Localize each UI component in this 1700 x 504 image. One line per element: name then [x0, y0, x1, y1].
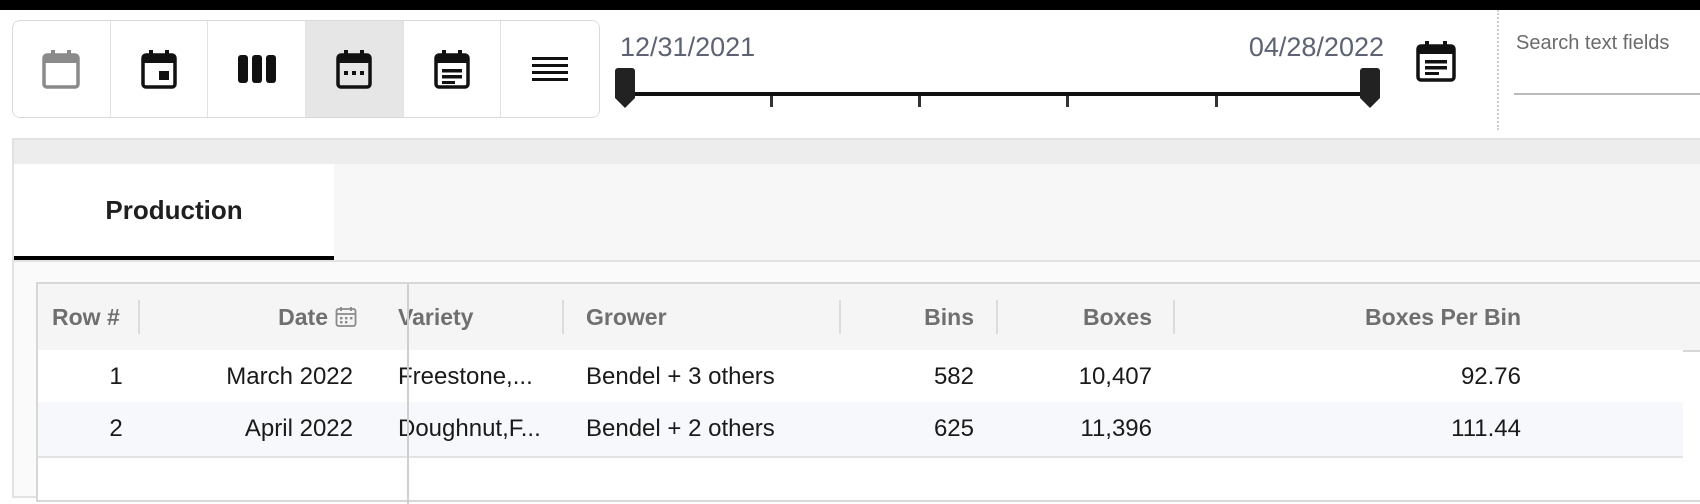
table-row[interactable]: 2 April 2022 Doughnut,F... Bendel + 2 ot…	[38, 402, 1683, 458]
cell-boxes-per-bin: 92.76	[1460, 363, 1521, 390]
table-row[interactable]: 1 March 2022 Freestone,... Bendel + 3 ot…	[38, 350, 1683, 406]
cell-date: March 2022	[226, 363, 353, 390]
view-button-list[interactable]	[501, 21, 599, 117]
columns-icon	[237, 55, 276, 83]
column-header-row[interactable]: Row #	[52, 284, 142, 350]
slider-start-handle[interactable]	[615, 68, 635, 108]
slider-tick	[1066, 96, 1069, 107]
column-resize-handle[interactable]	[839, 300, 841, 334]
calendar-list-icon	[1416, 41, 1456, 82]
column-header-boxes-per-bin[interactable]: Boxes Per Bin	[1238, 284, 1521, 350]
view-button-columns[interactable]	[208, 21, 307, 117]
column-header-date[interactable]: Date	[158, 284, 358, 350]
main-panel: Production Row # Date Variety Grower Bin…	[12, 138, 1700, 504]
slider-end-handle[interactable]	[1360, 68, 1380, 108]
calendar-list-icon	[434, 50, 470, 89]
slider-tick	[918, 96, 921, 107]
calendar-blank-icon	[42, 50, 81, 89]
search-input[interactable]	[1514, 28, 1700, 95]
column-header-date-label: Date	[278, 303, 328, 330]
column-header-grower[interactable]: Grower	[586, 284, 826, 350]
panel-header-strip	[14, 140, 1700, 164]
column-resize-handle[interactable]	[562, 300, 564, 334]
view-button-day[interactable]	[110, 21, 209, 117]
date-range-slider: 12/31/2021 04/28/2022	[615, 28, 1384, 118]
date-picker-button[interactable]	[1412, 38, 1460, 86]
column-header-boxes[interactable]: Boxes	[1018, 284, 1152, 350]
cell-variety: Doughnut,F...	[398, 415, 541, 442]
search-box	[1514, 28, 1700, 112]
cell-boxes: 10,407	[1078, 363, 1152, 390]
table-header: Row # Date Variety Grower Bins Boxes Box	[38, 284, 1700, 352]
calendar-day-icon	[141, 50, 177, 89]
slider-track[interactable]	[624, 92, 1366, 96]
cell-bins: 582	[933, 363, 974, 390]
cell-grower: Bendel + 3 others	[586, 363, 775, 390]
column-header-variety[interactable]: Variety	[398, 284, 558, 350]
top-bar	[0, 0, 1700, 10]
column-resize-handle[interactable]	[138, 300, 140, 334]
column-resize-handle[interactable]	[996, 300, 998, 334]
cell-row-number: 2	[109, 415, 123, 442]
production-table: Row # Date Variety Grower Bins Boxes Box	[36, 282, 1700, 504]
view-switcher	[12, 20, 600, 118]
cell-grower: Bendel + 2 others	[586, 415, 775, 442]
pinned-columns-divider	[407, 284, 409, 504]
range-end-label: 04/28/2022	[1248, 32, 1384, 62]
calendar-dots-icon	[336, 50, 373, 89]
cell-bins: 625	[933, 415, 974, 442]
toolbar-divider	[1497, 10, 1501, 130]
range-start-label: 12/31/2021	[620, 32, 756, 62]
view-button-month[interactable]	[306, 21, 404, 117]
rows-icon	[532, 57, 569, 81]
slider-tick	[1215, 96, 1218, 107]
calendar-icon	[335, 307, 357, 327]
cell-boxes: 11,396	[1080, 415, 1152, 442]
cell-variety: Freestone,...	[398, 363, 533, 390]
view-button-agenda[interactable]	[403, 21, 502, 117]
tab-production[interactable]: Production	[14, 164, 334, 260]
view-button-calendar-blank[interactable]	[13, 21, 111, 117]
cell-date: April 2022	[244, 415, 353, 442]
cell-row-number: 1	[109, 363, 123, 390]
tab-bar: Production	[14, 164, 1700, 262]
column-resize-handle[interactable]	[1173, 300, 1175, 334]
cell-boxes-per-bin: 111.44	[1451, 415, 1521, 442]
slider-tick	[770, 96, 773, 107]
column-header-bins[interactable]: Bins	[858, 284, 974, 350]
